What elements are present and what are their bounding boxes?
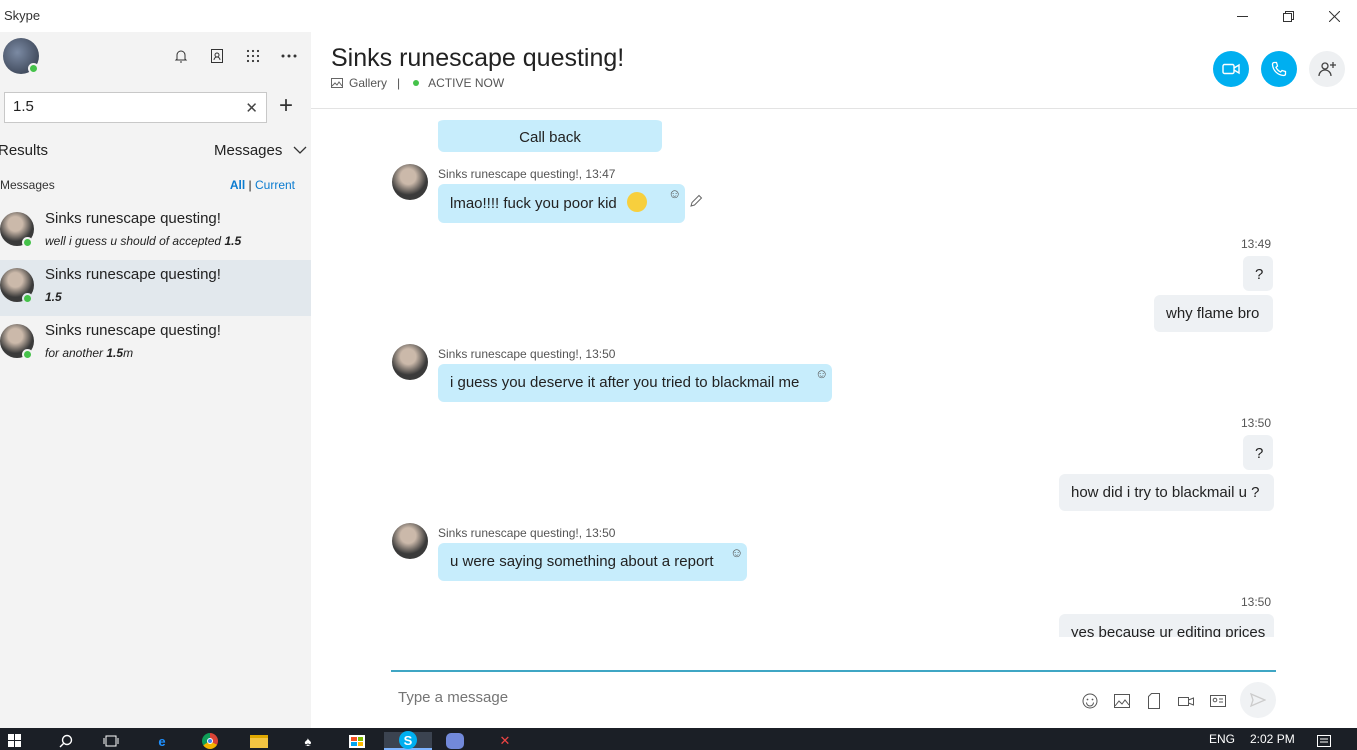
send-file-icon[interactable] (1144, 691, 1164, 711)
notifications-icon[interactable] (1313, 732, 1335, 750)
send-button[interactable] (1240, 682, 1276, 718)
result-snippet: 1.5 (45, 290, 62, 304)
filter-separator: | (248, 178, 252, 192)
new-chat-plus-icon[interactable]: + (279, 92, 293, 120)
result-name: Sinks runescape questing! (45, 210, 221, 227)
message-bubble[interactable]: i guess you deserve it after you tried t… (438, 364, 832, 402)
online-status-dot (22, 293, 33, 304)
minimize-icon[interactable] (1219, 4, 1265, 28)
clear-search-icon[interactable]: ✕ (245, 99, 258, 117)
message-bubble-out[interactable]: why flame bro (1154, 295, 1273, 332)
gallery-link[interactable]: Gallery (349, 76, 387, 90)
emoji-icon[interactable] (1080, 691, 1100, 711)
edit-pencil-icon[interactable] (689, 194, 703, 211)
language-indicator[interactable]: ENG (1209, 732, 1235, 746)
sender-avatar (392, 344, 428, 380)
filter-current[interactable]: Current (255, 178, 295, 192)
solitaire-icon[interactable]: ♠ (297, 732, 319, 750)
message-list: Call back Sinks runescape questing!, 13:… (311, 109, 1357, 637)
search-result[interactable]: Sinks runescape questing! for another 1.… (0, 316, 311, 372)
contact-card-icon[interactable] (1208, 691, 1228, 711)
message-bubble-out[interactable]: yes because ur editing prices (1059, 614, 1274, 637)
filter-all[interactable]: All (230, 178, 245, 192)
message-input[interactable] (398, 689, 1048, 706)
online-status-dot (22, 237, 33, 248)
results-label: Results (0, 142, 49, 159)
file-explorer-icon[interactable] (248, 732, 270, 750)
messages-dropdown-label: Messages (214, 142, 283, 159)
smiley-emoji-icon (626, 192, 647, 212)
message-sender: Sinks runescape questing!, 13:50 (438, 526, 616, 540)
video-message-icon[interactable] (1176, 691, 1196, 711)
messages-section-label: Messages (0, 178, 55, 192)
conversation-subtitle: Gallery | ACTIVE NOW (331, 76, 504, 90)
send-arrow-icon (1250, 693, 1266, 707)
audio-call-button[interactable] (1261, 51, 1297, 87)
search-icon[interactable] (55, 732, 77, 750)
search-input[interactable] (13, 98, 233, 115)
store-icon[interactable] (346, 732, 368, 750)
video-camera-icon (1222, 63, 1240, 75)
header-separator: | (397, 76, 401, 90)
dialpad-icon[interactable] (243, 46, 263, 66)
sidebar: ✕ + Results Messages Messages All | Curr… (0, 32, 311, 728)
contacts-icon[interactable] (207, 46, 227, 66)
call-back-button[interactable]: Call back (438, 117, 662, 152)
sender-avatar (392, 164, 428, 200)
add-person-icon (1318, 62, 1336, 77)
task-view-icon[interactable] (100, 732, 122, 750)
app-title: Skype (4, 8, 41, 23)
add-reaction-icon[interactable]: ☺ (815, 366, 828, 381)
search-result[interactable]: Sinks runescape questing! well i guess u… (0, 204, 311, 260)
active-status-dot (413, 80, 420, 86)
filter-toggle: All | Current (230, 178, 295, 192)
chrome-icon[interactable] (199, 732, 221, 750)
close-icon[interactable] (1311, 4, 1357, 28)
more-options-icon[interactable] (279, 46, 299, 66)
chevron-down-icon (293, 146, 307, 154)
result-snippet: for another 1.5m (45, 346, 134, 360)
edge-browser-icon[interactable]: e (151, 732, 173, 750)
result-name: Sinks runescape questing! (45, 266, 221, 283)
message-bubble-out[interactable]: how did i try to blackmail u ? (1059, 474, 1274, 511)
discord-icon[interactable] (444, 732, 466, 750)
restore-icon[interactable] (1265, 4, 1311, 28)
add-reaction-icon[interactable]: ☺ (730, 545, 743, 560)
search-result-selected[interactable]: Sinks runescape questing! 1.5 (0, 260, 311, 316)
gallery-icon (331, 78, 343, 88)
composer-focus-line (391, 670, 1276, 672)
message-text: lmao!!!! fuck you poor kid (450, 194, 617, 212)
title-bar: Skype (0, 0, 1357, 32)
result-snippet: well i guess u should of accepted 1.5 (45, 234, 242, 248)
message-time: 13:49 (1241, 237, 1272, 251)
message-bubble-out[interactable]: ? (1243, 435, 1273, 470)
phone-icon (1271, 61, 1287, 77)
windows-start-icon[interactable] (4, 732, 26, 750)
video-call-button[interactable] (1213, 51, 1249, 87)
sender-avatar (392, 523, 428, 559)
message-bubble[interactable]: u were saying something about a report (438, 543, 747, 581)
message-time: 13:50 (1241, 416, 1272, 430)
app-icon[interactable]: ✕ (494, 732, 516, 750)
add-people-button[interactable] (1309, 51, 1345, 87)
notifications-bell-icon[interactable] (171, 46, 191, 66)
message-time: 13:50 (1241, 595, 1272, 609)
result-name: Sinks runescape questing! (45, 322, 221, 339)
active-status: ACTIVE NOW (428, 76, 505, 90)
conversation-title[interactable]: Sinks runescape questing! (331, 44, 624, 73)
clock[interactable]: 2:02 PM (1250, 732, 1295, 746)
skype-taskbar-icon[interactable]: S (384, 731, 432, 750)
windows-taskbar: e ♠ S ✕ ENG 2:02 PM (0, 728, 1357, 750)
online-status-dot (28, 63, 39, 74)
conversation-pane: Sinks runescape questing! Gallery | ACTI… (311, 32, 1357, 728)
messages-dropdown[interactable]: Messages (214, 142, 307, 159)
message-bubble[interactable]: lmao!!!! fuck you poor kid (438, 184, 685, 223)
send-image-icon[interactable] (1112, 691, 1132, 711)
search-box[interactable]: ✕ (4, 92, 267, 123)
message-sender: Sinks runescape questing!, 13:47 (438, 167, 616, 181)
message-bubble-out[interactable]: ? (1243, 256, 1273, 291)
add-reaction-icon[interactable]: ☺ (668, 186, 681, 201)
online-status-dot (22, 349, 33, 360)
message-sender: Sinks runescape questing!, 13:50 (438, 347, 616, 361)
